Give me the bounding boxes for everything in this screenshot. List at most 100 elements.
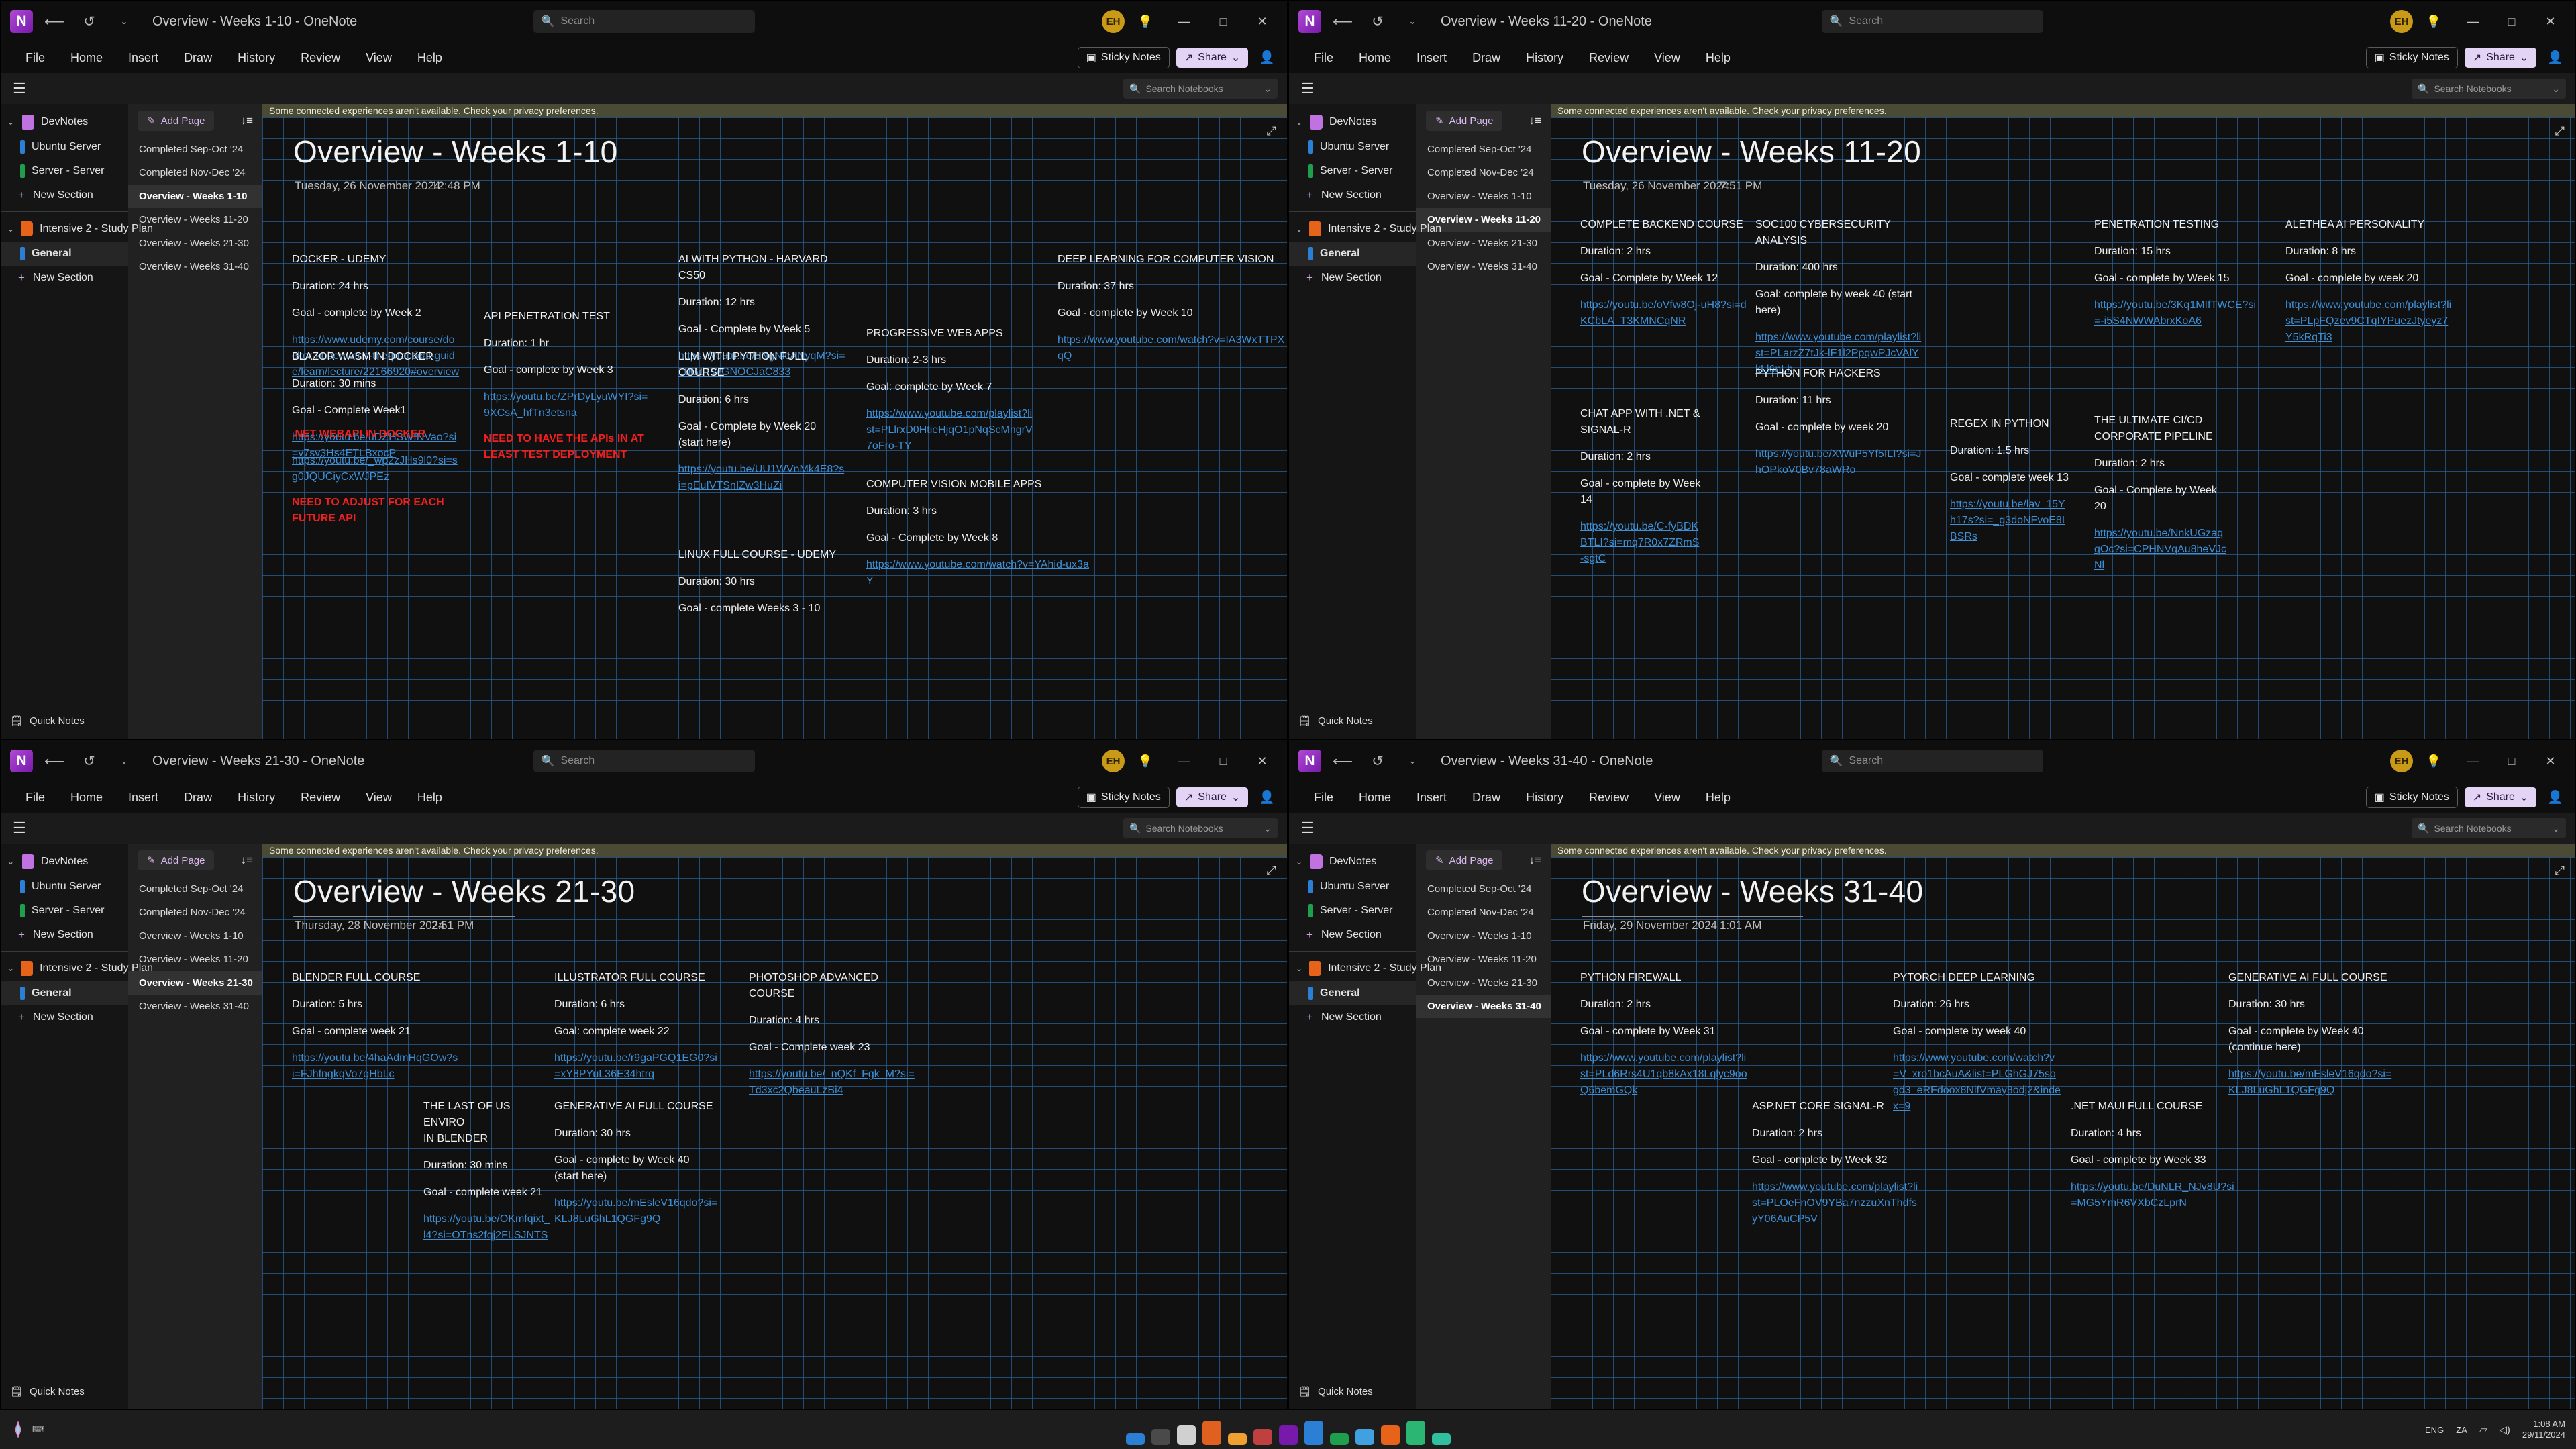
page-date[interactable]: Thursday, 28 November 2024 (295, 919, 445, 932)
taskbar-app-icon[interactable] (1227, 1433, 1247, 1445)
note-link[interactable]: https://youtu.be/C-fyBDKBTLI?si=mq7R0x7Z… (1580, 519, 1701, 567)
onenote-window-w3[interactable]: N ⟵ ↺ ⌄ Overview - Weeks 21-30 - OneNote… (0, 740, 1288, 1410)
notebook-devnotes[interactable]: ⌄ DevNotes (1289, 109, 1416, 135)
taskbar-app-buttons[interactable] (1125, 1414, 1451, 1445)
section-general[interactable]: General (1, 981, 128, 1005)
taskbar-app-icon[interactable] (1406, 1421, 1425, 1445)
note-link[interactable]: https://youtu.be/oVfw8Oj-uH8?si=dKCbLA_T… (1580, 297, 1748, 330)
chevron-down-icon[interactable]: ⌄ (7, 964, 14, 973)
section-general[interactable]: General (1, 242, 128, 266)
window-controls[interactable]: EH 💡 — □ ✕ (1102, 746, 1280, 777)
page-list-item[interactable]: Overview - Weeks 31-40 (128, 255, 262, 279)
chevron-down-icon[interactable]: ⌄ (1296, 964, 1302, 973)
sticky-notes-button[interactable]: ▣ Sticky Notes (2365, 47, 2458, 68)
tray-language[interactable]: ENG (2425, 1425, 2444, 1435)
ribbon-tab-insert[interactable]: Insert (1404, 47, 1459, 69)
navigation-bar[interactable]: ☰ 🔍 Search Notebooks ⌄ (1, 813, 1287, 844)
ribbon-tab-draw[interactable]: Draw (1459, 787, 1513, 809)
sticky-notes-button[interactable]: ▣ Sticky Notes (2365, 787, 2458, 808)
notebook-navigation-pane[interactable]: ⌄ DevNotes Ubuntu Server Server - Server… (1289, 104, 1441, 739)
note-link[interactable]: https://youtu.be/mEsleV16qdo?si=KLJ8LuGh… (2228, 1066, 2396, 1099)
back-icon[interactable]: ⟵ (41, 8, 68, 35)
privacy-info-bar[interactable]: Some connected experiences aren't availa… (262, 844, 1287, 857)
taskbar-left-icons[interactable]: ⌨ (9, 1419, 45, 1440)
section-server-server[interactable]: Server - Server (1289, 899, 1416, 923)
page-list-item[interactable]: Overview - Weeks 21-30 (1416, 232, 1551, 255)
page-list-item[interactable]: Completed Nov-Dec '24 (128, 901, 262, 924)
maximize-button[interactable]: □ (1205, 746, 1241, 777)
ribbon-tab-view[interactable]: View (1641, 787, 1693, 809)
ribbon-tabs[interactable]: File Home Insert Draw History Review View Help … (1289, 42, 2575, 73)
notebook-intensive-2-study-plan[interactable]: ⌄ Intensive 2 - Study Plan (1, 216, 153, 242)
share-button[interactable]: ↗ Share ⌄ (1176, 787, 1249, 807)
page-content[interactable]: Overview - Weeks 31-40 Friday, 29 Novemb… (1551, 857, 2575, 1409)
note-block[interactable]: PROGRESSIVE WEB APPS Duration: 2-3 hrs Goa… (866, 326, 1034, 464)
new-section-button[interactable]: + New Section (1, 183, 128, 207)
new-section-button[interactable]: + New Section (1, 266, 128, 290)
quick-notes-button[interactable]: 🗒 Quick Notes (1, 709, 128, 732)
ribbon-right-actions[interactable]: ▣ Sticky Notes ↗ Share ⌄ 👤 (2365, 787, 2567, 808)
note-block[interactable]: GENERATIVE AI FULL COURSE Duration: 30 hr… (2228, 970, 2396, 1108)
note-link[interactable]: https://www.youtube.com/watch?v=IA3WxTTP… (1058, 332, 1286, 364)
chevron-down-icon[interactable]: ⌄ (1296, 857, 1304, 866)
section-ubuntu-server[interactable]: Ubuntu Server (1289, 135, 1416, 159)
add-page-button[interactable]: ✎ Add Page (138, 850, 215, 870)
ribbon-tab-history[interactable]: History (225, 787, 288, 809)
ribbon-tab-history[interactable]: History (1513, 47, 1576, 69)
notebook-devnotes[interactable]: ⌄ DevNotes (1, 849, 128, 875)
search-box[interactable]: 🔍 Search (1821, 750, 2043, 772)
page-list-item[interactable]: Overview - Weeks 1-10 (1416, 185, 1551, 208)
taskbar-app-icon[interactable] (1431, 1433, 1451, 1445)
avatar[interactable]: EH (1102, 750, 1125, 772)
ribbon-tab-view[interactable]: View (1641, 47, 1693, 69)
help-bulb-icon[interactable]: 💡 (2416, 746, 2452, 777)
quick-notes-button[interactable]: 🗒 Quick Notes (1, 1380, 128, 1403)
add-person-icon[interactable]: 👤 (2543, 50, 2567, 66)
minimize-button[interactable]: — (2455, 6, 2491, 37)
page-list-item[interactable]: Overview - Weeks 21-30 (1416, 971, 1551, 995)
window-controls[interactable]: EH 💡 — □ ✕ (2390, 6, 2569, 37)
note-link[interactable]: https://www.youtube.com/playlist?list=PL… (866, 406, 1034, 454)
close-button[interactable]: ✕ (1244, 6, 1280, 37)
page-date[interactable]: Friday, 29 November 2024 (1583, 919, 1717, 932)
ribbon-tab-home[interactable]: Home (1346, 47, 1404, 69)
note-block[interactable]: THE LAST OF US ENVIRO IN BLENDER Duration… (423, 1099, 551, 1253)
page-title[interactable]: Overview - Weeks 11-20 (1582, 134, 1921, 170)
add-page-button[interactable]: ✎ Add Page (138, 111, 215, 131)
help-bulb-icon[interactable]: 💡 (1127, 746, 1164, 777)
ribbon-tabs[interactable]: File Home Insert Draw History Review View Help … (1289, 782, 2575, 813)
section-server-server[interactable]: Server - Server (1, 159, 128, 183)
page-time[interactable]: 7:51 PM (1720, 179, 1762, 193)
note-block[interactable]: LLM WITH PYTHON FULL COURSE Duration: 6 h… (678, 349, 846, 503)
page-list-pane[interactable]: ✎ Add Page ↓≡ Completed Sep-Oct '24 Comple… (128, 104, 262, 739)
notebook-search-input[interactable]: 🔍 Search Notebooks ⌄ (1123, 818, 1278, 838)
note-block[interactable]: COMPUTER VISION MOBILE APPS Duration: 3 h… (866, 477, 1094, 599)
new-section-button[interactable]: + New Section (1289, 923, 1416, 947)
taskbar-app-icon[interactable] (1202, 1421, 1221, 1445)
note-link[interactable]: https://www.youtube.com/playlist?list=PL… (1752, 1179, 1920, 1228)
ribbon-right-actions[interactable]: ▣ Sticky Notes ↗ Share ⌄ 👤 (1077, 787, 1279, 808)
ribbon-tab-help[interactable]: Help (405, 47, 455, 69)
chevron-down-icon[interactable]: ⌄ (1264, 823, 1272, 834)
add-page-button[interactable]: ✎ Add Page (1426, 111, 1503, 131)
window-controls[interactable]: EH 💡 — □ ✕ (2390, 746, 2569, 777)
chevron-down-icon[interactable]: ⌄ (1296, 117, 1304, 127)
notebook-intensive-2-study-plan[interactable]: ⌄ Intensive 2 - Study Plan (1289, 956, 1441, 981)
page-time[interactable]: 2:51 PM (431, 919, 474, 932)
new-section-button[interactable]: + New Section (1, 923, 128, 947)
ribbon-tab-file[interactable]: File (13, 787, 58, 809)
back-icon[interactable]: ⟵ (1329, 8, 1356, 35)
note-link[interactable]: https://youtu.be/_wp2zJHs9l0?si=sg0JQUCi… (292, 453, 460, 485)
ribbon-tabs[interactable]: File Home Insert Draw History Review View Help … (1, 42, 1287, 73)
page-list-item[interactable]: Overview - Weeks 1-10 (128, 185, 262, 208)
note-link[interactable]: https://youtu.be/mEsleV16qdo?si=KLJ8LuGh… (554, 1195, 722, 1228)
page-list-item[interactable]: Overview - Weeks 1-10 (128, 924, 262, 948)
ribbon-tab-history[interactable]: History (1513, 787, 1576, 809)
expand-page-icon[interactable]: ⤢ (1267, 124, 1276, 138)
note-block[interactable]: COMPLETE BACKEND COURSE Duration: 2 hrs Go… (1580, 217, 1748, 339)
share-button[interactable]: ↗ Share ⌄ (2464, 787, 2537, 807)
page-list-item[interactable]: Completed Sep-Oct '24 (1416, 138, 1551, 161)
page-list-item[interactable]: Overview - Weeks 31-40 (128, 995, 262, 1018)
add-person-icon[interactable]: 👤 (2543, 789, 2567, 805)
note-block[interactable]: CHAT APP WITH .NET & SIGNAL-R Duration: 2… (1580, 406, 1701, 577)
